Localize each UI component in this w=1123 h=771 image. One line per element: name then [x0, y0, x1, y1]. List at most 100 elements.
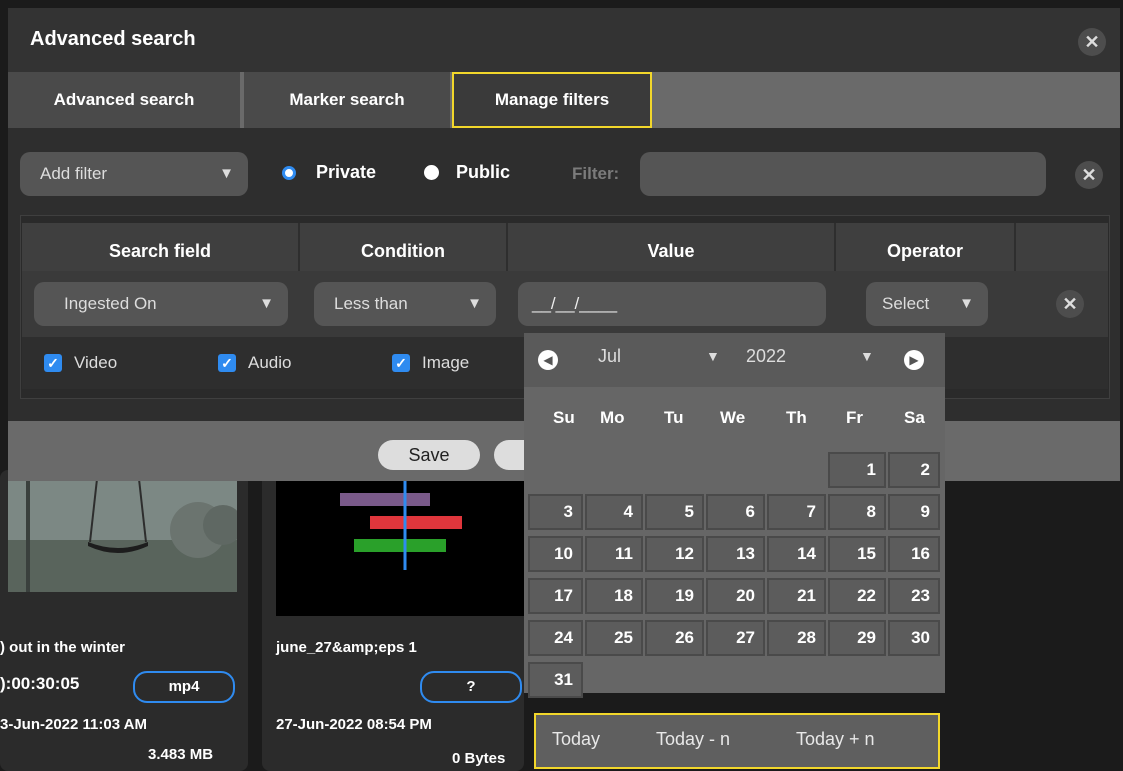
asset-duration: ):00:30:05: [0, 674, 80, 693]
calendar-day[interactable]: 22: [828, 578, 886, 614]
asset-card[interactable]: june_27&amp;eps 1 ? 27-Jun-2022 08:54 PM…: [262, 470, 524, 771]
asset-title: june_27&amp;eps 1: [276, 639, 417, 656]
video-label: Video: [74, 353, 118, 372]
save-button[interactable]: Save: [378, 440, 480, 470]
tab-bar: Advanced search Marker search Manage fil…: [8, 72, 1120, 128]
image-checkbox[interactable]: ✓: [392, 354, 410, 372]
calendar-day[interactable]: 7: [767, 494, 826, 530]
image-label: Image: [422, 353, 470, 372]
calendar-day[interactable]: 8: [828, 494, 886, 530]
dialog-titlebar: Advanced search ✕: [8, 8, 1120, 72]
chevron-down-icon: ▼: [467, 295, 482, 312]
calendar-day[interactable]: 1: [828, 452, 886, 488]
calendar-day[interactable]: 6: [706, 494, 765, 530]
chevron-down-icon: ▼: [955, 282, 974, 326]
prev-month-icon[interactable]: ◀: [538, 350, 558, 370]
calendar-day[interactable]: 24: [528, 620, 583, 656]
value-date-text: __/__/____: [532, 294, 618, 313]
weekday-su: Su: [553, 408, 575, 427]
chevron-down-icon: ▼: [219, 165, 234, 182]
value-date-input[interactable]: __/__/____: [518, 282, 826, 326]
calendar-day[interactable]: 5: [645, 494, 704, 530]
video-checkbox[interactable]: ✓: [44, 354, 62, 372]
close-icon[interactable]: ✕: [1078, 28, 1106, 56]
condition-select[interactable]: Less than ▼: [314, 282, 496, 326]
chevron-down-icon: ▼: [259, 295, 274, 312]
next-month-icon[interactable]: ▶: [904, 350, 924, 370]
calendar-day[interactable]: 27: [706, 620, 765, 656]
calendar-day[interactable]: 31: [528, 662, 583, 698]
calendar-day[interactable]: 20: [706, 578, 765, 614]
weekday-fr: Fr: [846, 408, 863, 427]
calendar-day[interactable]: 16: [888, 536, 940, 572]
calendar-day[interactable]: 30: [888, 620, 940, 656]
audio-checkbox[interactable]: ✓: [218, 354, 236, 372]
weekday-tu: Tu: [664, 408, 684, 427]
tab-manage-filters[interactable]: Manage filters: [452, 72, 652, 128]
quick-date-bar: Today Today - n Today + n: [534, 713, 940, 769]
asset-date: 3-Jun-2022 11:03 AM: [0, 716, 148, 733]
remove-row-icon[interactable]: ✕: [1056, 290, 1084, 318]
calendar-day[interactable]: 23: [888, 578, 940, 614]
condition-value: Less than: [334, 294, 408, 313]
chevron-down-icon: ▼: [706, 348, 720, 364]
tab-marker-search[interactable]: Marker search: [244, 72, 450, 128]
calendar-day[interactable]: 11: [585, 536, 643, 572]
year-value: 2022: [746, 346, 787, 366]
weekday-th: Th: [786, 408, 807, 427]
operator-select[interactable]: Select ▼: [866, 282, 988, 326]
calendar-day[interactable]: 21: [767, 578, 826, 614]
calendar-day[interactable]: 25: [585, 620, 643, 656]
calendar-day[interactable]: 2: [888, 452, 940, 488]
month-value: Jul: [598, 346, 622, 366]
asset-size: 0 Bytes: [452, 750, 506, 767]
today-plus-n-button[interactable]: Today + n: [796, 729, 875, 750]
calendar-day[interactable]: 10: [528, 536, 583, 572]
operator-value: Select: [882, 294, 930, 313]
calendar-day[interactable]: 12: [645, 536, 704, 572]
date-picker-header: [524, 333, 945, 387]
asset-thumbnail: [8, 470, 237, 592]
add-filter-value: Add filter: [40, 164, 108, 183]
search-field-select[interactable]: Ingested On ▼: [34, 282, 288, 326]
calendar-day[interactable]: 3: [528, 494, 583, 530]
month-select[interactable]: Jul ▼: [598, 346, 728, 376]
add-filter-select[interactable]: Add filter ▼: [20, 152, 248, 196]
weekday-we: We: [720, 408, 746, 427]
asset-thumbnail: [276, 470, 524, 616]
asset-card[interactable]: ) out in the winter ):00:30:05 mp4 3-Jun…: [0, 470, 248, 771]
calendar-day[interactable]: 9: [888, 494, 940, 530]
private-radio[interactable]: [282, 166, 296, 180]
calendar-day[interactable]: 13: [706, 536, 765, 572]
timeline-image: [340, 480, 462, 570]
asset-size: 3.483 MB: [148, 746, 214, 763]
calendar-day[interactable]: 14: [767, 536, 826, 572]
weekday-mo: Mo: [600, 408, 625, 427]
public-label: Public: [456, 162, 511, 182]
clear-filter-icon[interactable]: ✕: [1075, 161, 1103, 189]
asset-date: 27-Jun-2022 08:54 PM: [276, 716, 432, 733]
today-minus-n-button[interactable]: Today - n: [656, 729, 730, 750]
asset-title: ) out in the winter: [0, 639, 125, 656]
dialog-title: Advanced search: [30, 28, 196, 50]
calendar-day[interactable]: 19: [645, 578, 704, 614]
public-radio[interactable]: [424, 165, 439, 180]
calendar-day[interactable]: 28: [767, 620, 826, 656]
calendar-day[interactable]: 17: [528, 578, 583, 614]
search-field-value: Ingested On: [64, 294, 157, 313]
chevron-down-icon: ▼: [860, 348, 874, 364]
year-select[interactable]: 2022 ▼: [746, 346, 878, 376]
calendar-day[interactable]: 18: [585, 578, 643, 614]
calendar-day[interactable]: 4: [585, 494, 643, 530]
format-badge[interactable]: mp4: [133, 671, 235, 703]
calendar-day[interactable]: 15: [828, 536, 886, 572]
today-button[interactable]: Today: [552, 729, 600, 750]
tab-advanced-search[interactable]: Advanced search: [8, 72, 240, 128]
swing-image: [8, 470, 237, 592]
calendar-day[interactable]: 29: [828, 620, 886, 656]
format-badge[interactable]: ?: [420, 671, 522, 703]
filter-input[interactable]: [640, 152, 1046, 196]
audio-label: Audio: [248, 353, 292, 372]
weekday-sa: Sa: [904, 408, 925, 427]
calendar-day[interactable]: 26: [645, 620, 704, 656]
